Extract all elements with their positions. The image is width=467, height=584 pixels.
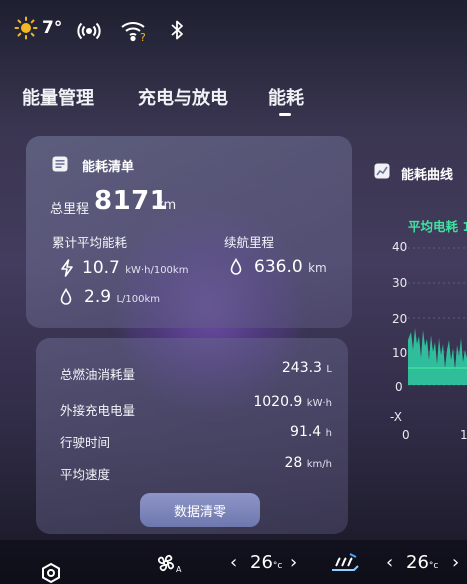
consumption-list-card: 能耗清单 总里程 8171 km 累计平均能耗 续航里程 10.7 kW·h/1…	[26, 136, 352, 328]
stat-label-avg-speed: 平均速度	[60, 467, 111, 482]
bluetooth-icon[interactable]	[170, 18, 184, 46]
stat-label-external-charge: 外接充电电量	[60, 403, 136, 418]
reset-data-button[interactable]: 数据清零	[140, 493, 260, 527]
total-mileage-label: 总里程	[50, 202, 90, 217]
left-temp-increase[interactable]: ›	[290, 552, 297, 573]
tab-bar: 能量管理 充电与放电 能耗	[0, 78, 467, 118]
wifi-icon[interactable]: ?	[120, 20, 148, 46]
tab-consumption[interactable]: 能耗	[268, 84, 304, 110]
fan-icon[interactable]: A	[157, 552, 184, 578]
stat-value-avg-speed: 28 km/h	[284, 455, 332, 471]
stat-value-fuel-total: 243.3 L	[281, 360, 332, 376]
tab-charge-discharge[interactable]: 充电与放电	[138, 84, 228, 110]
card-title: 能耗清单	[82, 160, 135, 175]
avg-consumption-label: 累计平均能耗	[52, 235, 128, 250]
total-mileage-unit: km	[156, 198, 177, 213]
active-tab-indicator	[279, 113, 291, 116]
seat-heater-icon[interactable]	[328, 548, 364, 578]
y-tick-40: 40	[392, 240, 408, 254]
y-tick-20: 20	[392, 312, 408, 326]
home-icon[interactable]	[40, 562, 62, 584]
electric-consumption: 10.7 kW·h/100km	[82, 258, 189, 278]
y-tick-0: 0	[395, 380, 403, 394]
left-temp-decrease[interactable]: ‹	[230, 552, 237, 573]
range-label: 续航里程	[224, 235, 275, 250]
y-tick-x: -X	[390, 410, 402, 424]
fuel-drop-icon-range	[230, 257, 242, 280]
x-tick-1: 1	[460, 428, 467, 442]
chart-title: 能耗曲线	[401, 168, 454, 183]
tab-energy-management[interactable]: 能量管理	[22, 84, 94, 110]
y-tick-10: 10	[392, 346, 408, 360]
svg-text:A: A	[176, 565, 182, 574]
sun-icon	[14, 16, 38, 44]
stat-value-external-charge: 1020.9 kW·h	[253, 394, 332, 410]
right-temp-decrease[interactable]: ‹	[386, 552, 393, 573]
y-tick-30: 30	[392, 276, 408, 290]
left-temp-value: 26°c	[250, 552, 283, 573]
consumption-chart-plot	[408, 247, 467, 386]
chart-subtitle: 平均电耗 1	[408, 219, 467, 234]
right-temp-increase[interactable]: ›	[452, 552, 459, 573]
list-icon	[52, 156, 68, 176]
temperature-text: 7°	[42, 18, 63, 38]
fuel-drop-icon	[60, 287, 72, 310]
lightning-icon	[60, 259, 74, 281]
screen: 7° ? 能量管理 充电与放电 能耗 能耗清单 总里程 8171 km 累计平均…	[0, 0, 467, 584]
stat-label-drive-time: 行驶时间	[60, 435, 111, 450]
stat-label-fuel-total: 总燃油消耗量	[60, 367, 136, 382]
right-temp-value: 26°c	[406, 552, 439, 573]
x-tick-0: 0	[402, 428, 410, 442]
svg-text:?: ?	[140, 31, 146, 42]
range-value: 636.0 km	[254, 257, 327, 277]
hotspot-icon[interactable]	[77, 18, 101, 46]
chart-area	[408, 328, 467, 385]
status-bar: 7° ?	[0, 0, 467, 60]
fuel-consumption: 2.9 L/100km	[84, 287, 161, 307]
stat-value-drive-time: 91.4 h	[290, 424, 332, 440]
chart-icon	[374, 163, 390, 183]
